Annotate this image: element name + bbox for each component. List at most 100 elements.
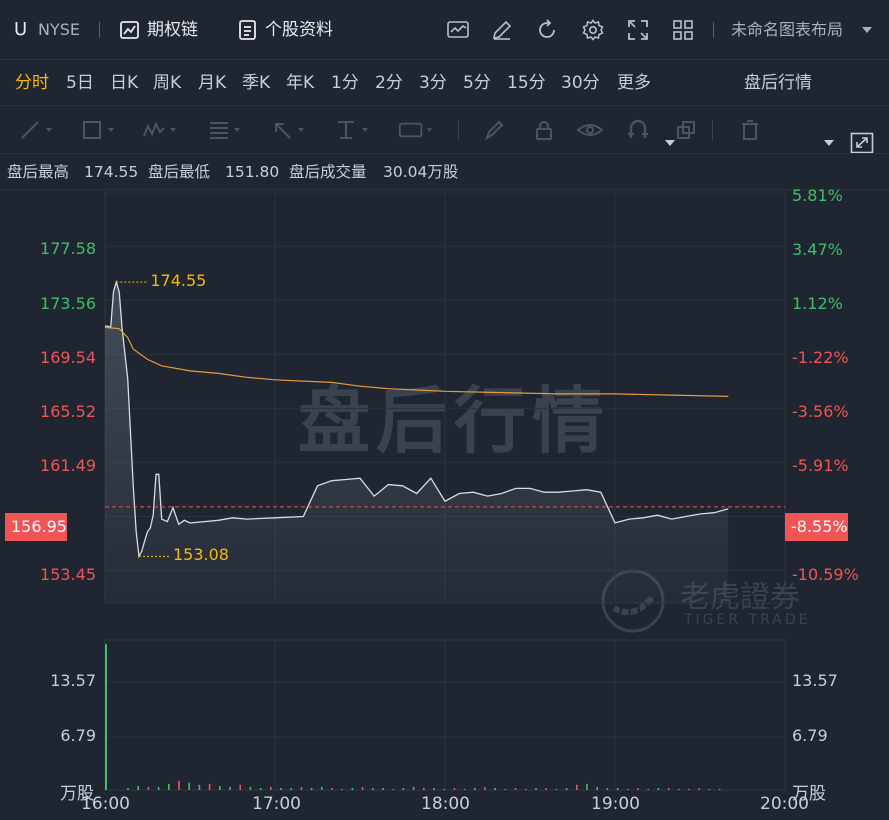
volume-bar (188, 782, 190, 790)
percent-tick-label: -1.22% (792, 348, 849, 367)
high-label: 盘后最高 (7, 163, 70, 181)
tab-period-1[interactable]: 5日 (66, 60, 94, 106)
divider (99, 22, 100, 38)
max-marker-label: 174.55 (150, 271, 207, 291)
volume-bar (514, 787, 517, 790)
tab-period-10[interactable]: 5分 (463, 60, 491, 106)
volume-bar (525, 788, 527, 790)
tab-period-3[interactable]: 周K (153, 60, 181, 106)
trash-icon[interactable] (732, 118, 768, 142)
lock-icon[interactable] (526, 118, 562, 142)
volume-bar (616, 787, 619, 790)
option-chain-button[interactable]: 期权链 (147, 0, 198, 60)
volume-bar (392, 788, 394, 790)
trend-line-tool-icon[interactable] (18, 118, 54, 142)
volume-tick-label: 13.57 (50, 671, 96, 690)
layers-icon[interactable] (668, 118, 704, 142)
refresh-icon[interactable] (535, 18, 559, 42)
volume-bar (331, 787, 333, 790)
text-tool-icon[interactable] (334, 118, 370, 142)
low-value: 151.80 (225, 163, 280, 181)
volume-bar (147, 786, 150, 790)
tab-period-9[interactable]: 3分 (419, 60, 447, 106)
layout-name-dropdown[interactable]: 未命名图表布局 (731, 0, 843, 60)
wave-tool-icon[interactable] (142, 118, 178, 142)
volume-bar (321, 786, 323, 790)
edit-icon[interactable] (490, 18, 514, 42)
tab-period-5[interactable]: 季K (242, 60, 270, 106)
arrow-tool-icon[interactable] (270, 118, 306, 142)
divider (712, 120, 713, 140)
volume-bar (667, 787, 670, 790)
gear-icon[interactable] (581, 18, 605, 42)
volume-bar (259, 787, 262, 790)
after-hours-info: 盘后最高 174.55 盘后最低 151.80 盘后成交量 30.04万股 (0, 154, 889, 190)
volume-bar (310, 787, 313, 790)
time-tick-label: 20:00 (760, 794, 809, 814)
volume-bar (657, 787, 660, 790)
price-tick-label: 169.54 (40, 348, 96, 367)
option-chain-icon[interactable] (118, 18, 142, 42)
volume-bar (229, 786, 231, 790)
indicator-icon[interactable] (446, 18, 470, 42)
volume-bar (698, 787, 700, 790)
divider (713, 22, 714, 38)
chevron-down-icon[interactable] (861, 24, 873, 36)
volume-bar (688, 788, 690, 790)
magnet-icon[interactable] (620, 118, 656, 142)
fullscreen-icon[interactable] (626, 18, 650, 42)
volume-bar (127, 787, 129, 790)
tab-period-6[interactable]: 年K (286, 60, 314, 106)
tab-period-4[interactable]: 月K (198, 60, 226, 106)
percent-tick-label: 5.81% (792, 186, 843, 205)
volume-bar (290, 787, 292, 790)
volume-bar (586, 783, 588, 790)
volume-bar (402, 787, 405, 790)
volume-bar (168, 783, 170, 790)
volume-bar (105, 644, 107, 790)
stock-profile-button[interactable]: 个股资料 (265, 0, 333, 60)
volume-tick-label: 6.79 (792, 726, 828, 745)
volume-bar (576, 784, 578, 790)
percent-tick-label: -3.56% (792, 402, 849, 421)
low-label: 盘后最低 (148, 163, 211, 181)
grid-layout-icon[interactable] (671, 18, 695, 42)
volume-bar (627, 788, 629, 790)
eye-icon[interactable] (572, 118, 608, 142)
tab-period-12[interactable]: 30分 (561, 60, 600, 106)
tab-period-0[interactable]: 分时 (15, 60, 49, 106)
divider (458, 120, 459, 140)
time-tick-label: 18:00 (421, 794, 470, 814)
volume-bar (178, 780, 180, 790)
time-tick-label: 17:00 (252, 794, 301, 814)
intraday-chart[interactable] (0, 190, 889, 820)
tab-period-7[interactable]: 1分 (331, 60, 359, 106)
volume-bar (453, 787, 456, 790)
tab-period-8[interactable]: 2分 (375, 60, 403, 106)
stock-profile-icon[interactable] (236, 18, 260, 42)
volume-value: 30.04万股 (383, 163, 459, 181)
fibonacci-tool-icon[interactable] (206, 118, 242, 142)
volume-bar (647, 788, 649, 790)
volume-bar (535, 787, 537, 790)
volume-bar (484, 786, 486, 790)
after-hours-dropdown[interactable]: 盘后行情 (744, 60, 812, 106)
volume-bar (351, 787, 354, 790)
symbol-label[interactable]: U (14, 0, 27, 60)
tab-period-11[interactable]: 15分 (507, 60, 546, 106)
measure-tool-icon[interactable] (398, 118, 434, 142)
volume-bar (198, 784, 201, 790)
volume-bar (443, 788, 445, 790)
period-tabs: 分时 5日 日K 周K 月K 季K 年K 1分 2分 3分 5分 15分 30分… (0, 60, 889, 154)
volume-bar (361, 786, 364, 790)
brush-icon[interactable] (476, 118, 512, 142)
rectangle-tool-icon[interactable] (80, 118, 116, 142)
tab-period-more[interactable]: 更多 (617, 60, 651, 106)
volume-bar (423, 787, 425, 790)
volume-bar (382, 787, 384, 790)
price-tick-label: 161.49 (40, 456, 96, 475)
volume-bar (504, 788, 507, 790)
percent-tick-label: -10.59% (792, 565, 859, 584)
tab-period-2[interactable]: 日K (110, 60, 138, 106)
price-tick-label: 173.56 (40, 294, 96, 313)
